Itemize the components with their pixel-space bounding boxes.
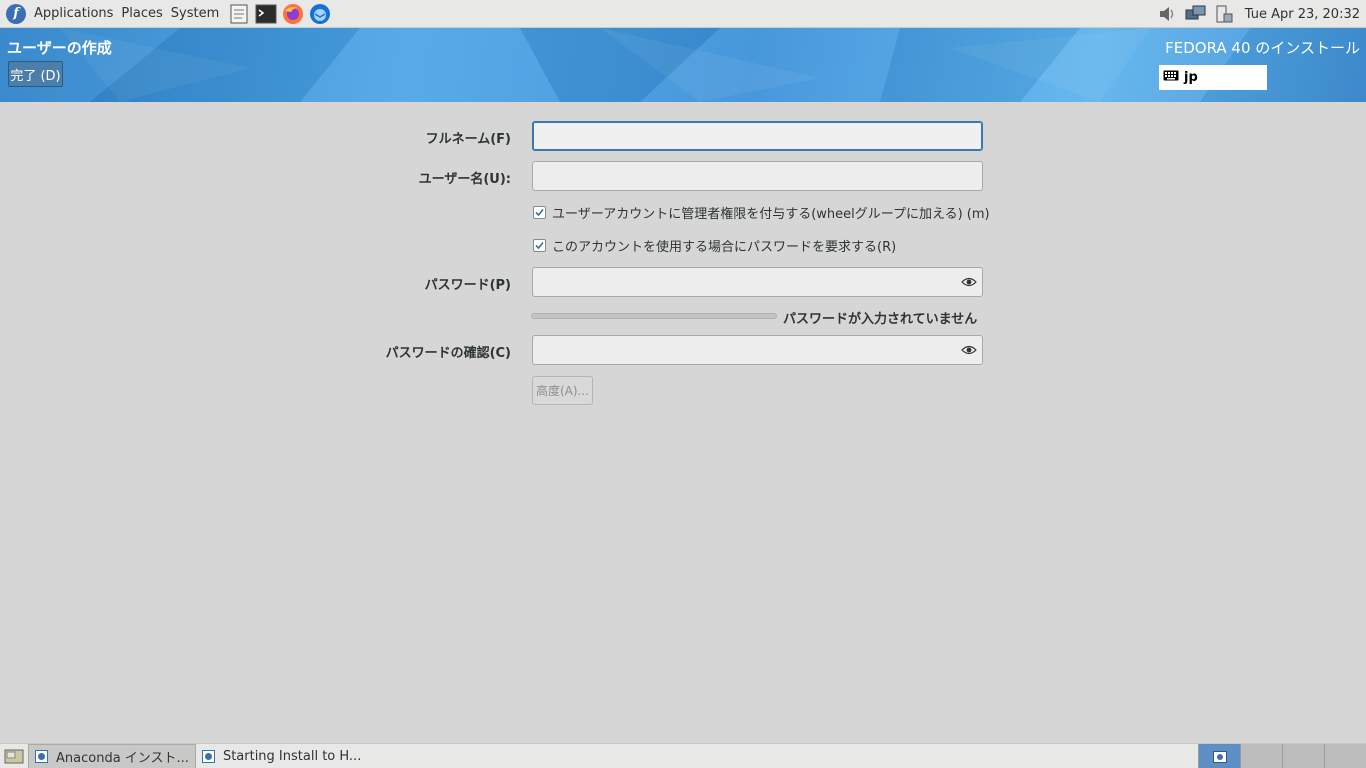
checkmark-icon (535, 241, 544, 249)
show-password-eye-icon[interactable] (961, 275, 977, 289)
terminal-icon[interactable] (255, 3, 277, 25)
workspace-3[interactable] (1282, 744, 1324, 768)
anaconda-app-icon (201, 749, 215, 763)
password-strength-bar (531, 313, 777, 319)
menu-applications[interactable]: Applications (30, 6, 117, 21)
password-label: パスワード(P) (424, 278, 511, 293)
workspace-switcher[interactable] (1198, 744, 1366, 768)
workspace-4[interactable] (1324, 744, 1366, 768)
username-label: ユーザー名(U): (418, 172, 511, 187)
fedora-logo-icon[interactable]: f (6, 3, 26, 24)
show-desktop-button[interactable] (0, 744, 28, 768)
bottom-panel: Anaconda インスト... Starting Install to H..… (0, 743, 1366, 768)
workspace-2[interactable] (1240, 744, 1282, 768)
top-panel: f Applications Places System Tue Apr 23,… (0, 0, 1366, 28)
require-password-checkbox-row[interactable]: このアカウントを使用する場合にパスワードを要求する(R) (533, 236, 897, 255)
show-desktop-icon (4, 749, 24, 764)
keyboard-layout-indicator[interactable]: jp (1159, 65, 1267, 90)
clock[interactable]: Tue Apr 23, 20:32 (1245, 7, 1360, 22)
password-field[interactable] (532, 267, 983, 297)
text-editor-icon[interactable] (228, 3, 250, 25)
network-icon[interactable] (1185, 3, 1207, 25)
fullname-label: フルネーム(F) (425, 132, 511, 147)
checkmark-icon (535, 208, 544, 216)
battery-icon[interactable] (1213, 3, 1235, 25)
spoke-header: ユーザーの作成 完了 (D) FEDORA 40 のインストール jp (0, 28, 1366, 102)
confirm-password-label: パスワードの確認(C) (385, 346, 511, 361)
volume-icon[interactable] (1157, 3, 1179, 25)
require-password-checkbox[interactable] (533, 238, 546, 252)
admin-checkbox[interactable] (533, 205, 546, 219)
advanced-button[interactable]: 高度(A)... (532, 376, 593, 405)
taskbar-item-label: Starting Install to H... (222, 748, 362, 764)
menu-places[interactable]: Places (117, 6, 166, 21)
password-strength-text: パスワードが入力されていません (783, 312, 978, 327)
window-thumbnail-icon (1212, 750, 1227, 763)
username-input[interactable] (532, 161, 983, 191)
firefox-icon[interactable] (282, 3, 304, 25)
admin-checkbox-row[interactable]: ユーザーアカウントに管理者権限を付与する(wheelグループに加える) (m) (533, 203, 990, 222)
taskbar-item-install[interactable]: Starting Install to H... (196, 744, 367, 768)
thunderbird-icon[interactable] (309, 3, 331, 25)
spoke-title: ユーザーの作成 (7, 39, 112, 57)
workspace-1[interactable] (1198, 744, 1240, 768)
show-password-eye-icon[interactable] (961, 343, 977, 357)
taskbar-item-anaconda[interactable]: Anaconda インスト... (28, 743, 196, 768)
admin-checkbox-label: ユーザーアカウントに管理者権限を付与する(wheelグループに加える) (m) (552, 206, 990, 222)
done-button[interactable]: 完了 (D) (8, 61, 63, 87)
confirm-password-field[interactable] (532, 335, 983, 365)
require-password-checkbox-label: このアカウントを使用する場合にパスワードを要求する(R) (552, 239, 897, 255)
anaconda-app-icon (35, 749, 48, 763)
keyboard-icon (1163, 70, 1179, 85)
menu-system[interactable]: System (167, 6, 223, 21)
product-title: FEDORA 40 のインストール (1165, 39, 1360, 57)
fullname-input[interactable] (532, 121, 983, 151)
taskbar-item-label: Anaconda インスト... (56, 750, 189, 766)
keyboard-layout-label: jp (1184, 70, 1198, 85)
